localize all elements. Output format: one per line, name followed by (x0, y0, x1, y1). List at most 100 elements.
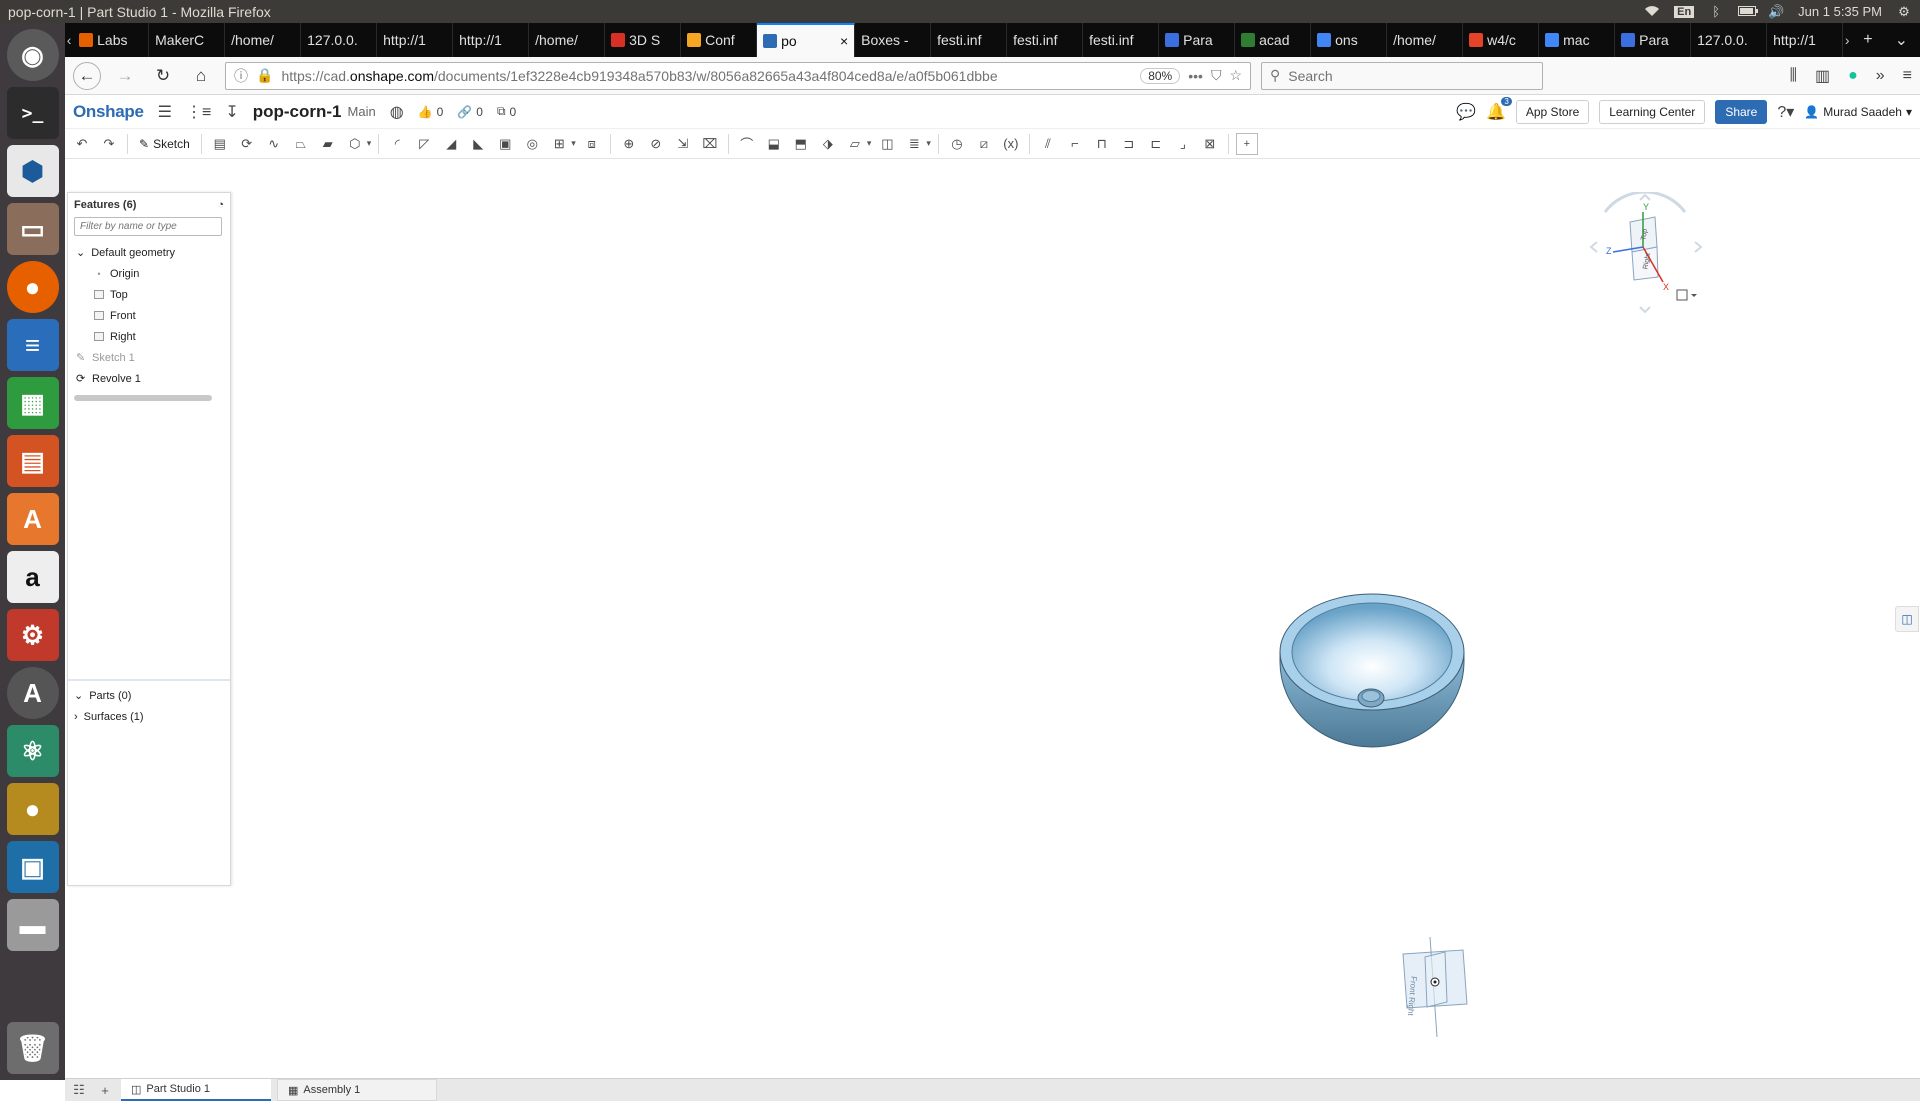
new-tab-plus-icon[interactable]: + (1863, 31, 1872, 49)
settings-gear-icon[interactable]: ⚙ (1896, 4, 1912, 19)
fillet-icon[interactable]: ◜ (386, 133, 408, 155)
atom-icon[interactable]: ⚛ (6, 725, 59, 777)
sheet-metal-icon[interactable]: ⫽ (1037, 133, 1059, 155)
terminal-icon[interactable]: >_ (6, 87, 59, 139)
browser-tab[interactable]: festi.inf (1083, 23, 1160, 57)
chevron-right-icon[interactable]: › (74, 711, 78, 723)
cura-icon[interactable]: ⬢ (6, 145, 59, 197)
default-planes-triad[interactable]: Front Right (1385, 932, 1485, 1045)
chevron-down-icon[interactable]: ⌄ (74, 689, 83, 702)
likes-counter[interactable]: 👍 0 (418, 105, 444, 119)
tab-feature-icon[interactable]: ⊓ (1091, 133, 1113, 155)
workspace-name[interactable]: Main (348, 104, 376, 119)
search-bar[interactable]: ⚲ Search (1261, 61, 1543, 90)
notifications-bell-icon[interactable]: 🔔 3 (1486, 96, 1512, 122)
browser-tab[interactable]: MakerC (149, 23, 226, 57)
section-view-icon[interactable]: ⧄ (973, 133, 995, 155)
software-updater-icon[interactable]: A (6, 667, 59, 719)
tab-scroll-left-icon[interactable]: ‹ (65, 23, 73, 57)
element-tab[interactable]: ▦ Assembly 1 (277, 1079, 437, 1101)
modify-fillet-icon[interactable]: ⌒ (736, 133, 758, 155)
move-face-icon[interactable]: ⬓ (763, 133, 785, 155)
browser-tab[interactable]: po × (757, 23, 856, 57)
redo-icon[interactable]: ↷ (98, 133, 120, 155)
forward-button[interactable]: → (111, 62, 139, 90)
browser-tab[interactable]: /home/ (529, 23, 606, 57)
impress-icon[interactable]: ▤ (6, 435, 59, 487)
flange-icon[interactable]: ⌐ (1064, 133, 1086, 155)
share-button[interactable]: Share (1715, 99, 1768, 124)
browser-tab[interactable]: festi.inf (1007, 23, 1084, 57)
element-list-icon[interactable]: ☷ (69, 1081, 89, 1099)
browser-tab[interactable]: festi.inf (931, 23, 1008, 57)
calc-icon[interactable]: ▦ (6, 377, 59, 429)
feature-item[interactable]: ✎ Sketch 1 (68, 347, 230, 368)
browser-tab[interactable]: Labs (73, 23, 150, 57)
rib-icon[interactable]: ◣ (467, 133, 489, 155)
bend-icon[interactable]: ⊐ (1118, 133, 1140, 155)
clock[interactable]: Jun 1 5:35 PM (1798, 4, 1882, 19)
learning-center-button[interactable]: Learning Center (1599, 99, 1706, 124)
copies-counter[interactable]: ⧉ 0 (497, 104, 516, 119)
reload-button[interactable]: ↻ (149, 62, 177, 90)
tab-close-icon[interactable]: × (840, 33, 848, 49)
chevron-down-icon[interactable]: ⌄ (76, 246, 85, 259)
sidebar-icon[interactable]: ▥ (1815, 66, 1830, 86)
onshape-logo[interactable]: Onshape (73, 102, 144, 122)
insert-element-plus-icon[interactable]: + (95, 1081, 115, 1099)
hamburger-menu-icon[interactable]: ≡ (1903, 67, 1912, 85)
page-actions-icon[interactable]: ••• (1188, 68, 1203, 84)
tree-item-origin[interactable]: • Origin (68, 263, 230, 284)
browser-tab[interactable]: Boxes - (855, 23, 932, 57)
browser-tab[interactable]: http://1 (377, 23, 454, 57)
measure-icon[interactable]: ◷ (946, 133, 968, 155)
volume-icon[interactable]: 🔊 (1768, 4, 1784, 19)
home-button[interactable]: ⌂ (187, 62, 215, 90)
document-name[interactable]: pop-corn-1 (253, 102, 342, 122)
mirror-icon[interactable]: ⧈ (581, 133, 603, 155)
boolean-icon[interactable]: ⊕ (618, 133, 640, 155)
browser-tab[interactable]: http://1 (1767, 23, 1844, 57)
browser-tab[interactable]: http://1 (453, 23, 530, 57)
replace-face-icon[interactable]: ⬒ (790, 133, 812, 155)
mate-connector-icon[interactable]: ◫ (876, 133, 898, 155)
files-icon[interactable]: ▭ (6, 203, 59, 255)
variable-icon[interactable]: (x) (1000, 133, 1022, 155)
wifi-icon[interactable] (1644, 5, 1660, 19)
sweep-icon[interactable]: ∿ (263, 133, 285, 155)
browser-tab[interactable]: ons (1311, 23, 1388, 57)
pocket-icon[interactable]: ⛉ (1211, 67, 1222, 84)
chamfer-icon[interactable]: ◸ (413, 133, 435, 155)
transform-icon[interactable]: ⇲ (672, 133, 694, 155)
browser-tab[interactable]: Para (1615, 23, 1692, 57)
browser-tab[interactable]: 127.0.0. (301, 23, 378, 57)
bookmark-star-icon[interactable]: ☆ (1229, 67, 1242, 84)
app-store-button[interactable]: App Store (1515, 99, 1590, 124)
element-tab[interactable]: ◫ Part Studio 1 (121, 1079, 271, 1101)
split-icon[interactable]: ⊘ (645, 133, 667, 155)
browser-tab[interactable]: /home/ (225, 23, 302, 57)
pattern-icon[interactable]: ⊞ (548, 133, 570, 155)
browser-tab[interactable]: w4/c (1463, 23, 1540, 57)
system-settings-icon[interactable]: ⚙ (6, 609, 59, 661)
parts-group[interactable]: ⌄ Parts (0) (68, 685, 230, 706)
software-center-icon[interactable]: A (6, 493, 59, 545)
url-text[interactable]: https://cad.onshape.com/documents/1ef322… (281, 68, 1132, 84)
feature-list-toggle-icon[interactable]: ⋮≡ (186, 102, 211, 122)
loft-icon[interactable]: ⏢ (290, 133, 312, 155)
enclose-icon[interactable]: ⬡ (344, 133, 366, 155)
default-geometry-group[interactable]: ⌄ Default geometry (68, 242, 230, 263)
bluetooth-icon[interactable]: ᛒ (1708, 4, 1724, 19)
browser-tab[interactable]: Para (1159, 23, 1236, 57)
zoom-level-badge[interactable]: 80% (1140, 67, 1181, 84)
corner-icon[interactable]: ⌟ (1172, 133, 1194, 155)
tree-item-plane[interactable]: Top (68, 284, 230, 305)
shell-icon[interactable]: ▣ (494, 133, 516, 155)
site-info-icon[interactable]: ⓘ (234, 66, 248, 86)
undo-icon[interactable]: ↶ (71, 133, 93, 155)
tab-scroll-right-icon[interactable]: › (1843, 23, 1851, 57)
appearance-panel-tab-icon[interactable]: ◫ (1895, 606, 1919, 632)
overflow-chevron-icon[interactable]: » (1876, 67, 1885, 85)
thicken-icon[interactable]: ▰ (317, 133, 339, 155)
extrude-icon[interactable]: ▤ (209, 133, 231, 155)
